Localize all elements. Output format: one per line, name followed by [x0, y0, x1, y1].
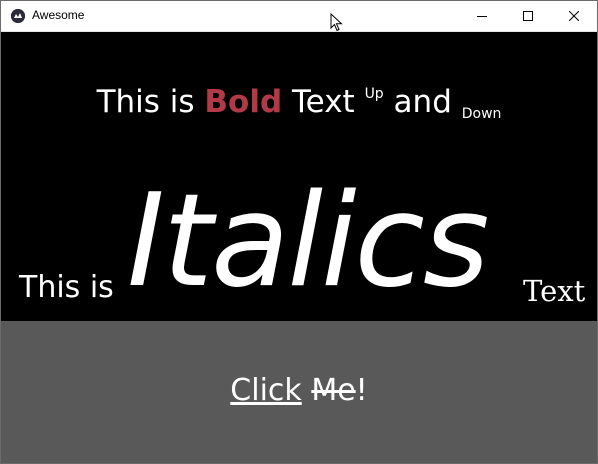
button-space: [302, 373, 312, 408]
minimize-button[interactable]: [459, 1, 505, 31]
underlined-word: Click: [230, 373, 302, 408]
line1-prefix: This is: [96, 84, 205, 120]
subscript-text: Down: [461, 106, 502, 122]
label-area: This is Bold Text Up and Down This is It…: [1, 32, 597, 321]
maximize-icon: [523, 11, 533, 21]
italic-word: Italics: [127, 167, 490, 316]
mouse-cursor-icon: [330, 13, 343, 32]
kivy-logo-icon: [11, 9, 25, 23]
close-icon: [569, 11, 579, 21]
markup-line-bold: This is Bold Text Up and Down: [1, 84, 597, 122]
strikethrough-word: Me: [311, 373, 356, 408]
close-button[interactable]: [551, 1, 597, 31]
title-bar[interactable]: Awesome: [1, 1, 597, 32]
minimize-icon: [477, 16, 487, 17]
superscript-text: Up: [364, 86, 384, 102]
line2-prefix: This is: [19, 270, 114, 305]
window-title: Awesome: [32, 8, 85, 22]
click-me-button[interactable]: Click Me!: [1, 321, 597, 463]
button-punct: !: [355, 373, 368, 408]
app-window: Awesome This is Bold Text Up and Down Th…: [0, 0, 598, 464]
bold-word: Bold: [204, 84, 283, 120]
maximize-button[interactable]: [505, 1, 551, 31]
line1-middle: Text: [282, 84, 365, 120]
button-label: Click Me!: [1, 373, 597, 408]
serif-text: Text: [523, 274, 586, 308]
line1-conjunction: and: [383, 84, 462, 120]
